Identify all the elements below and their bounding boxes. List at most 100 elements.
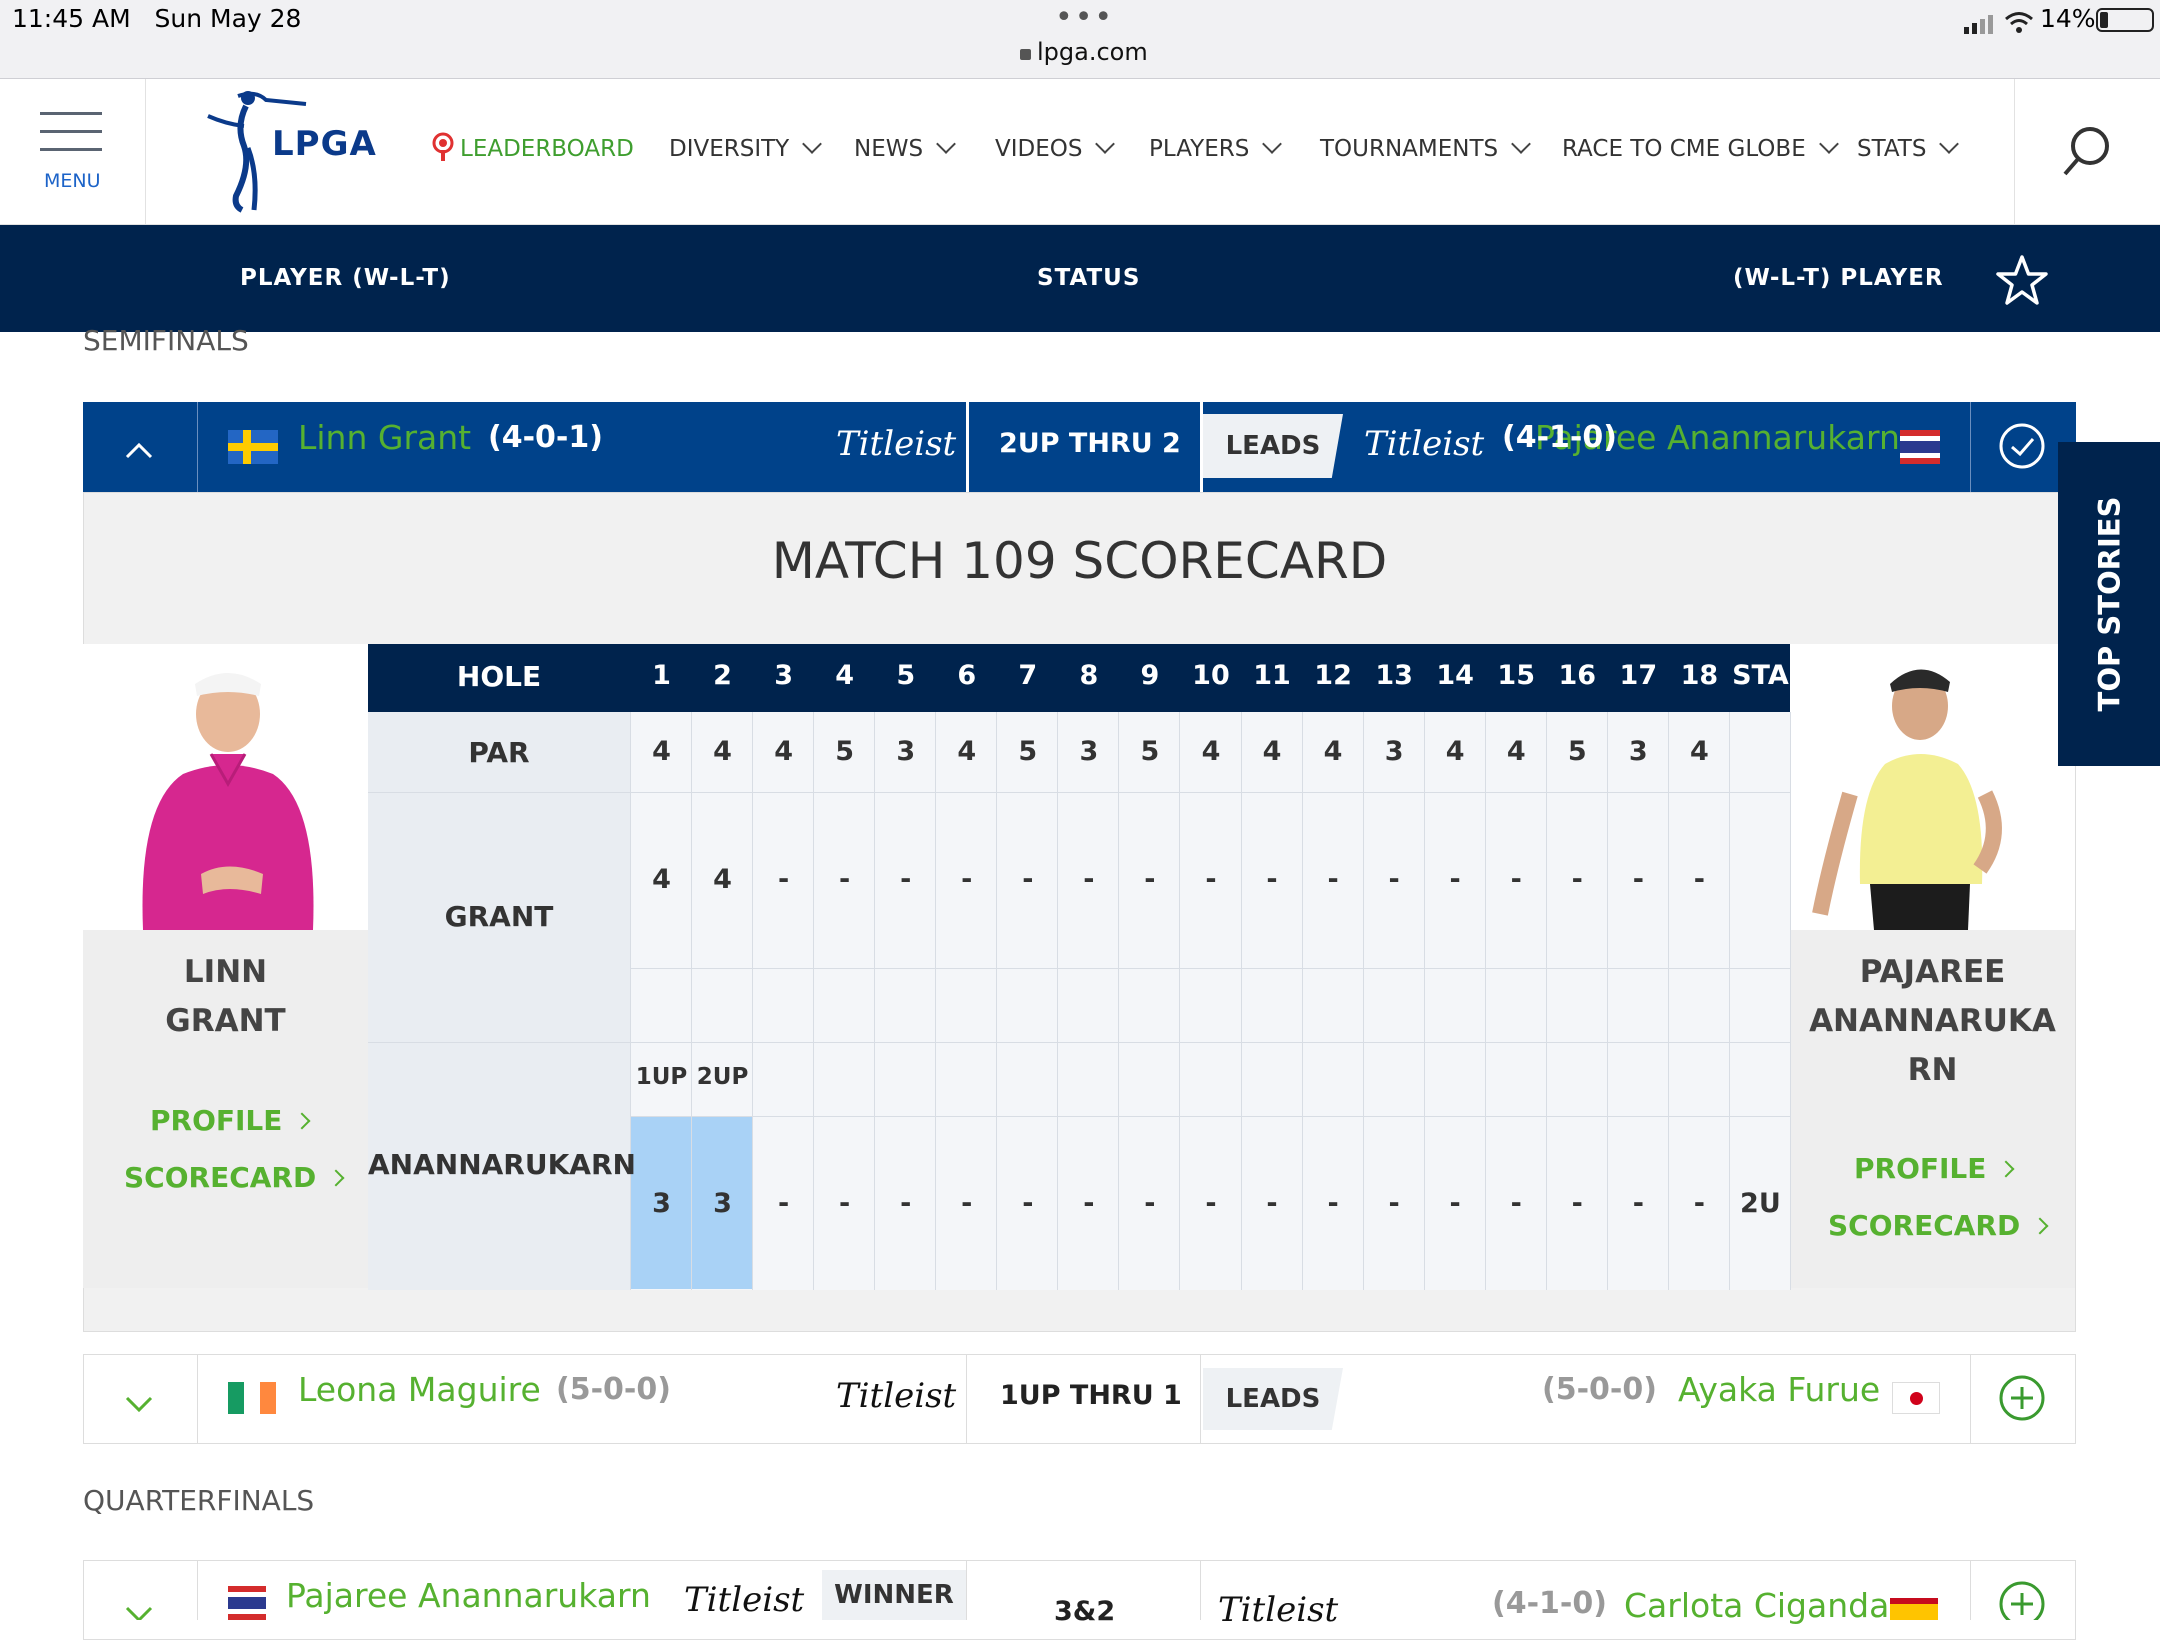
scorecard-title: MATCH 109 SCORECARD bbox=[771, 532, 1388, 590]
nav-race-to-cme-globe[interactable]: RACE TO CME GLOBE bbox=[1562, 134, 1839, 162]
nav-stats[interactable]: STATS bbox=[1857, 134, 1960, 162]
anannarukarn-score: - bbox=[1083, 1188, 1095, 1219]
grant-score: - bbox=[1571, 864, 1583, 895]
anannarukarn-score: - bbox=[1022, 1188, 1034, 1219]
par-value: 4 bbox=[713, 736, 732, 767]
grant-score: - bbox=[778, 864, 790, 895]
grant-score: - bbox=[1083, 864, 1095, 895]
battery-percent: 14% bbox=[2040, 4, 2096, 33]
player1-name[interactable]: Linn Grant bbox=[298, 418, 471, 457]
nav-videos[interactable]: VIDEOS bbox=[995, 134, 1116, 162]
grant-score: - bbox=[961, 864, 973, 895]
match3-status: 3&2 bbox=[1054, 1596, 1116, 1627]
titleist-logo-right: Titleist bbox=[1218, 1590, 1339, 1630]
par-value: 3 bbox=[1384, 736, 1404, 767]
star-icon[interactable] bbox=[1994, 254, 2050, 312]
titleist-logo: Titleist bbox=[836, 424, 957, 464]
player1-scorecard-link[interactable]: SCORECARD bbox=[124, 1161, 345, 1194]
par-value: 5 bbox=[1567, 736, 1587, 767]
grant-score: - bbox=[1693, 864, 1705, 895]
chevron-up-icon[interactable] bbox=[124, 440, 154, 464]
wifi-icon bbox=[2004, 10, 2034, 38]
hole-label: HOLE bbox=[456, 660, 542, 693]
section-quarterfinals: QUARTERFINALS bbox=[83, 1484, 315, 1517]
match3-player1-name[interactable]: Pajaree Anannarukarn bbox=[286, 1576, 651, 1615]
player2-profile-link[interactable]: PROFILE bbox=[1854, 1152, 2015, 1185]
hole-number: 4 bbox=[835, 660, 855, 691]
anannarukarn-status-partial: 2U bbox=[1740, 1188, 1781, 1219]
hole-number: 3 bbox=[774, 660, 794, 691]
hole-number: 10 bbox=[1192, 660, 1230, 691]
match2-player1-record: (5-0-0) bbox=[556, 1372, 671, 1407]
grant-score: - bbox=[1388, 864, 1400, 895]
chevron-down-icon bbox=[802, 134, 823, 154]
anannarukarn-score: - bbox=[839, 1188, 851, 1219]
nav-diversity[interactable]: DIVERSITY bbox=[669, 134, 823, 162]
player2-record: (4-1-0) bbox=[1502, 420, 1617, 455]
player2-scorecard-link[interactable]: SCORECARD bbox=[1828, 1209, 2049, 1242]
match2-player1-name[interactable]: Leona Maguire bbox=[298, 1370, 541, 1409]
par-value: 4 bbox=[1506, 736, 1526, 767]
plus-circle-icon[interactable] bbox=[1998, 1374, 2046, 1426]
anannarukarn-score: - bbox=[1693, 1188, 1705, 1219]
grant-score: - bbox=[1144, 864, 1156, 895]
player1-profile-link[interactable]: PROFILE bbox=[150, 1104, 311, 1137]
chevron-down-icon bbox=[1818, 134, 1839, 154]
par-value: 4 bbox=[652, 736, 671, 767]
match3-player2-record: (4-1-0) bbox=[1492, 1586, 1607, 1621]
anannarukarn-score: - bbox=[778, 1188, 790, 1219]
anannarukarn-score: - bbox=[900, 1188, 912, 1219]
anannarukarn-score: 3 bbox=[713, 1188, 732, 1219]
hole-number: 5 bbox=[896, 660, 916, 691]
leads-badge: LEADS bbox=[1203, 414, 1343, 478]
grant-label: GRANT bbox=[444, 900, 554, 933]
chevron-down-icon[interactable] bbox=[124, 1604, 154, 1624]
plus-circle-icon[interactable] bbox=[1998, 1580, 2046, 1627]
lpga-logo-text[interactable]: LPGA bbox=[272, 124, 377, 164]
lock-icon bbox=[1020, 49, 1031, 60]
grant-score: - bbox=[1022, 864, 1034, 895]
chevron-down-icon bbox=[936, 134, 956, 154]
address-bar[interactable]: lpga.com bbox=[1020, 38, 1148, 66]
match-status-cell: 1UP bbox=[635, 1064, 688, 1090]
match2-player2-record: (5-0-0) bbox=[1542, 1372, 1657, 1407]
hole-number: 1 bbox=[652, 660, 671, 691]
grant-score: - bbox=[1205, 864, 1217, 895]
par-value: 5 bbox=[1018, 736, 1038, 767]
nav-leaderboard[interactable]: LEADERBOARD bbox=[460, 136, 634, 162]
grant-score: - bbox=[900, 864, 912, 895]
search-icon[interactable] bbox=[2060, 124, 2114, 182]
menu-label[interactable]: MENU bbox=[44, 170, 101, 192]
status-time: 11:45 AM Sun May 28 bbox=[12, 4, 302, 33]
par-value: 4 bbox=[1201, 736, 1221, 767]
match2-player2-name[interactable]: Ayaka Furue bbox=[1678, 1370, 1880, 1409]
nav-news[interactable]: NEWS bbox=[854, 134, 956, 162]
hole-number: 14 bbox=[1436, 660, 1474, 691]
nav-tournaments[interactable]: TOURNAMENTS bbox=[1320, 134, 1532, 162]
hamburger-icon[interactable] bbox=[40, 108, 110, 168]
par-value: 4 bbox=[957, 736, 977, 767]
anannarukarn-score: - bbox=[1388, 1188, 1400, 1219]
check-circle-icon[interactable] bbox=[1998, 422, 2046, 474]
match3-player2-name[interactable]: Carlota Ciganda bbox=[1624, 1586, 1889, 1625]
grant-score: - bbox=[839, 864, 851, 895]
player2-photo bbox=[1790, 644, 2075, 930]
section-semifinals: SEMIFINALS bbox=[83, 326, 249, 356]
par-value: 4 bbox=[774, 736, 794, 767]
col-wlt-player: (W-L-T) PLAYER bbox=[1733, 265, 1944, 291]
multitask-dots[interactable]: ••• bbox=[1055, 0, 1114, 35]
top-stories-label[interactable]: TOP STORIES bbox=[2058, 442, 2160, 766]
par-value: 3 bbox=[1079, 736, 1099, 767]
grant-score: - bbox=[1449, 864, 1461, 895]
col-status: STATUS bbox=[1037, 265, 1141, 291]
chevron-down-icon bbox=[1939, 134, 1960, 154]
hole-number: 15 bbox=[1497, 660, 1535, 691]
anannarukarn-score: - bbox=[1205, 1188, 1217, 1219]
par-value: 4 bbox=[1445, 736, 1465, 767]
nav-players[interactable]: PLAYERS bbox=[1149, 134, 1283, 162]
player1-photo bbox=[83, 644, 368, 930]
titleist-logo: Titleist bbox=[684, 1580, 805, 1620]
anannarukarn-score: 3 bbox=[652, 1188, 671, 1219]
chevron-down-icon[interactable] bbox=[124, 1394, 154, 1418]
hole-number: 2 bbox=[713, 660, 732, 691]
